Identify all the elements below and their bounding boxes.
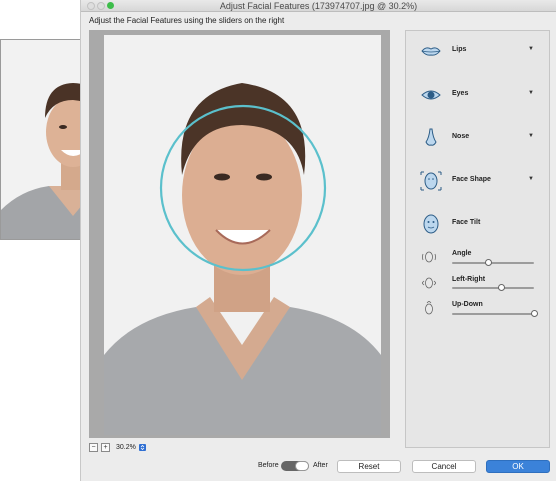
adjust-facial-features-window: Adjust Facial Features (173974707.jpg @ … <box>80 0 556 481</box>
after-label: After <box>313 462 328 469</box>
ok-button[interactable]: OK <box>486 460 550 473</box>
left-right-icon <box>422 277 436 289</box>
slider-label: Angle <box>452 250 472 257</box>
slider-label: Up-Down <box>452 301 483 308</box>
lips-icon <box>421 47 441 56</box>
feature-eyes[interactable]: Eyes ▼ <box>406 83 549 107</box>
feature-label: Face Tilt <box>452 219 481 226</box>
angle-slider[interactable] <box>452 259 534 266</box>
expand-arrow-icon[interactable]: ▼ <box>528 133 534 139</box>
zoom-level-value: 30.2% <box>116 443 136 451</box>
after-preview-image[interactable] <box>104 35 381 435</box>
zoom-out-button[interactable]: − <box>89 442 98 452</box>
face-tilt-icon <box>423 214 439 234</box>
bottom-button-bar: Before After Reset Cancel OK <box>81 456 556 476</box>
feature-face-shape[interactable]: Face Shape ▼ <box>406 169 549 193</box>
slider-knob[interactable] <box>531 310 538 317</box>
slider-label: Left-Right <box>452 276 486 283</box>
image-canvas <box>89 30 390 438</box>
slider-knob[interactable] <box>498 284 506 291</box>
feature-lips[interactable]: Lips ▼ <box>406 39 549 63</box>
up-down-slider[interactable] <box>452 310 538 317</box>
feature-face-tilt: Face Tilt <box>406 212 549 236</box>
zoom-in-button[interactable]: + <box>101 442 110 452</box>
before-after-toggle[interactable] <box>281 461 309 471</box>
chevron-updown-icon <box>140 444 145 450</box>
before-label: Before <box>258 462 279 469</box>
feature-label: Lips <box>452 46 467 53</box>
feature-nose[interactable]: Nose ▼ <box>406 126 549 150</box>
window-title: Adjust Facial Features (173974707.jpg @ … <box>219 1 418 11</box>
instruction-text: Adjust the Facial Features using the sli… <box>89 16 285 25</box>
features-panel: Lips ▼ Eyes ▼ Nose ▼ Face Shape ▼ Face T… <box>405 30 550 448</box>
slider-knob[interactable] <box>485 259 493 266</box>
up-down-icon <box>425 301 433 315</box>
after-portrait <box>104 35 381 435</box>
toggle-knob[interactable] <box>295 461 309 471</box>
angle-icon <box>422 251 436 263</box>
feature-label: Nose <box>452 133 470 140</box>
feature-label: Face Shape <box>452 176 491 183</box>
left-right-slider[interactable] <box>452 284 534 291</box>
cancel-button[interactable]: Cancel <box>412 460 476 473</box>
title-bar: Adjust Facial Features (173974707.jpg @ … <box>81 0 556 12</box>
nose-icon <box>425 128 437 146</box>
zoom-controls: − + 30.2% <box>89 442 146 452</box>
expand-arrow-icon[interactable]: ▼ <box>528 176 534 182</box>
reset-button[interactable]: Reset <box>337 460 401 473</box>
face-shape-icon <box>420 171 442 191</box>
expand-arrow-icon[interactable]: ▼ <box>528 90 534 96</box>
eye-icon <box>421 90 441 100</box>
zoom-dropdown-button[interactable] <box>138 443 146 451</box>
expand-arrow-icon[interactable]: ▼ <box>528 46 534 52</box>
feature-label: Eyes <box>452 90 469 97</box>
